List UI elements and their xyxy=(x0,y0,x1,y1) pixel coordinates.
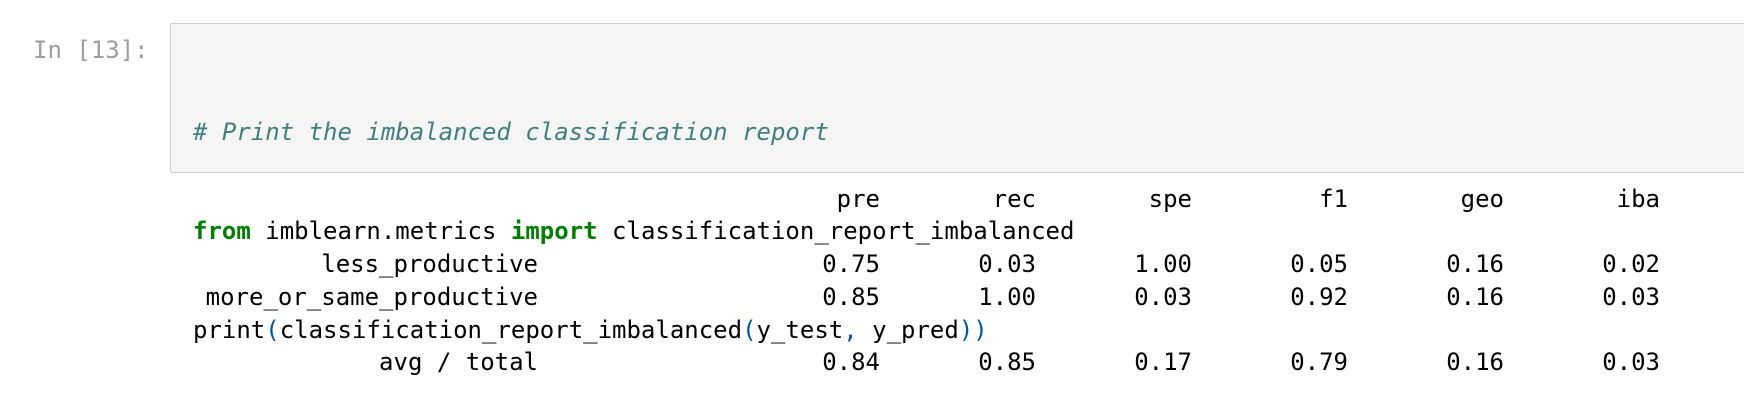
total-value-cell: 0.84 xyxy=(822,348,880,376)
report-row: less_productive 0.75 0.03 1.00 0.05 0.16… xyxy=(170,250,1670,283)
value-cell: 0.75 xyxy=(822,250,880,278)
value-cell: 0.03 xyxy=(1602,283,1660,311)
value-cell: 0.85 xyxy=(822,283,880,311)
value-cell: 0.92 xyxy=(1290,283,1348,311)
report-row: more_or_same_productive 0.85 1.00 0.03 0… xyxy=(170,283,1670,316)
value-cell: 0.05 xyxy=(1290,250,1348,278)
report-header-row: pre rec spe f1 geo iba sup xyxy=(170,185,1670,218)
header-pre: pre xyxy=(836,185,880,213)
header-geo: geo xyxy=(1460,185,1504,213)
row-label: less_productive xyxy=(321,250,538,278)
input-prompt: In [13]: xyxy=(33,36,149,64)
value-cell: 1.00 xyxy=(1134,250,1192,278)
value-cell: 0.03 xyxy=(978,250,1036,278)
header-sup: sup xyxy=(1696,185,1744,213)
code-input-area[interactable]: # Print the imbalanced classification re… xyxy=(170,23,1744,344)
total-label: avg / total xyxy=(379,348,538,376)
total-value-cell: 0.17 xyxy=(1134,348,1192,376)
row-label: more_or_same_productive xyxy=(205,283,538,311)
cell-output: pre rec spe f1 geo iba sup less_producti… xyxy=(170,185,1670,381)
header-rec: rec xyxy=(992,185,1036,213)
total-value-cell: 755 xyxy=(1696,348,1744,376)
value-cell: 112 xyxy=(1696,250,1744,278)
code-line-comment: # Print the imbalanced classification re… xyxy=(193,116,1074,149)
value-cell: 643 xyxy=(1696,283,1744,311)
value-cell: 0.16 xyxy=(1446,283,1504,311)
report-total-row: avg / total 0.84 0.85 0.17 0.79 0.16 0.0… xyxy=(170,348,1670,381)
total-value-cell: 0.85 xyxy=(978,348,1036,376)
total-value-cell: 0.16 xyxy=(1446,348,1504,376)
notebook-cell: In [13]: # Print the imbalanced classifi… xyxy=(0,0,1744,414)
value-cell: 0.16 xyxy=(1446,250,1504,278)
value-cell: 1.00 xyxy=(978,283,1036,311)
header-f1: f1 xyxy=(1319,185,1348,213)
total-value-cell: 0.03 xyxy=(1602,348,1660,376)
total-value-cell: 0.79 xyxy=(1290,348,1348,376)
header-spe: spe xyxy=(1148,185,1192,213)
value-cell: 0.03 xyxy=(1134,283,1192,311)
value-cell: 0.02 xyxy=(1602,250,1660,278)
code-comment: # Print the imbalanced classification re… xyxy=(193,118,829,146)
header-iba: iba xyxy=(1616,185,1660,213)
